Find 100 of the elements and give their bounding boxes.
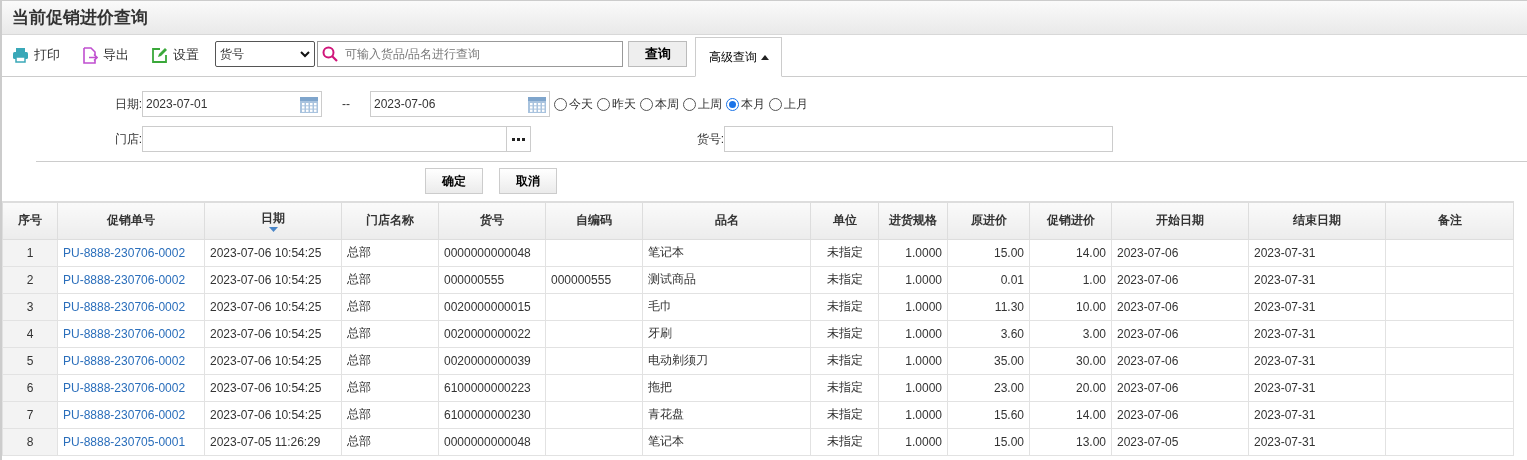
table-cell: 13.00 — [1029, 428, 1112, 455]
search-button[interactable]: 查询 — [628, 41, 687, 67]
column-header[interactable]: 货号 — [438, 202, 546, 239]
table-cell: 0000000000048 — [438, 239, 546, 266]
table-cell: 未指定 — [810, 401, 879, 428]
toolbar-button[interactable]: 打印 — [12, 37, 60, 73]
table-cell: 11.30 — [947, 293, 1030, 320]
confirm-button[interactable]: 确定 — [425, 168, 483, 194]
table-cell: 笔记本 — [642, 239, 811, 266]
page-title: 当前促销进价查询 — [12, 7, 148, 29]
table-cell: 2023-07-06 10:54:25 — [204, 401, 342, 428]
toolbar-button[interactable]: 设置 — [151, 37, 199, 73]
column-header[interactable]: 品名 — [642, 202, 811, 239]
table-cell: 牙刷 — [642, 320, 811, 347]
table-cell: 总部 — [341, 401, 439, 428]
order-link[interactable]: PU-8888-230706-0002 — [57, 266, 205, 293]
table-cell: 2023-07-05 11:26:29 — [204, 428, 342, 455]
table-cell: 1.00 — [1029, 266, 1112, 293]
store-field[interactable] — [142, 126, 531, 152]
order-link[interactable]: PU-8888-230706-0002 — [57, 374, 205, 401]
table-cell: 1.0000 — [878, 320, 948, 347]
table-cell: 30.00 — [1029, 347, 1112, 374]
table-cell: 2 — [2, 266, 58, 293]
field-select[interactable]: 货号 — [215, 41, 315, 67]
order-link[interactable]: PU-8888-230706-0002 — [57, 347, 205, 374]
date-from-field[interactable]: 2023-07-01 — [142, 91, 322, 117]
date-range-radio[interactable]: 今天 — [554, 95, 593, 113]
column-header[interactable]: 自编码 — [545, 202, 643, 239]
table-cell: 总部 — [341, 293, 439, 320]
cancel-button[interactable]: 取消 — [499, 168, 557, 194]
search-field[interactable]: 可输入货品/品名进行查询 — [317, 41, 623, 67]
toolbar-button[interactable]: 导出 — [82, 37, 129, 73]
table-cell: 1.0000 — [878, 401, 948, 428]
printer-icon — [12, 47, 29, 63]
table-cell: 2023-07-31 — [1248, 320, 1386, 347]
table-cell: 0.01 — [947, 266, 1030, 293]
column-header[interactable]: 进货规格 — [878, 202, 948, 239]
file-export-icon — [82, 46, 98, 64]
table-cell: 总部 — [341, 428, 439, 455]
table-cell: 0020000000015 — [438, 293, 546, 320]
table-cell: 2023-07-06 — [1111, 239, 1249, 266]
table-cell: 7 — [2, 401, 58, 428]
advanced-search-tab[interactable]: 高级查询 — [695, 37, 782, 77]
table-cell: 2023-07-06 — [1111, 293, 1249, 320]
table-cell: 2023-07-06 10:54:25 — [204, 266, 342, 293]
order-link[interactable]: PU-8888-230706-0002 — [57, 320, 205, 347]
table-cell: 0000000000048 — [438, 428, 546, 455]
order-link[interactable]: PU-8888-230706-0002 — [57, 239, 205, 266]
date-range-radio[interactable]: 本月 — [726, 95, 765, 113]
table-cell: 青花盘 — [642, 401, 811, 428]
table-cell: 14.00 — [1029, 401, 1112, 428]
table-cell: 未指定 — [810, 320, 879, 347]
date-range-radio[interactable]: 上周 — [683, 95, 722, 113]
column-header[interactable]: 促销单号 — [57, 202, 205, 239]
table-cell: 毛巾 — [642, 293, 811, 320]
table-cell: 2023-07-06 10:54:25 — [204, 239, 342, 266]
table-cell: 2023-07-31 — [1248, 266, 1386, 293]
table-cell: 2023-07-06 — [1111, 401, 1249, 428]
column-header[interactable]: 备注 — [1385, 202, 1514, 239]
column-header[interactable]: 开始日期 — [1111, 202, 1249, 239]
table-cell: 1 — [2, 239, 58, 266]
date-to-field[interactable]: 2023-07-06 — [370, 91, 550, 117]
table-cell: 5 — [2, 347, 58, 374]
date-range-radio[interactable]: 上月 — [769, 95, 808, 113]
table-cell: 1.0000 — [878, 428, 948, 455]
table-cell: 1.0000 — [878, 347, 948, 374]
table-cell: 10.00 — [1029, 293, 1112, 320]
column-header[interactable]: 序号 — [2, 202, 58, 239]
edit-icon — [151, 46, 168, 64]
table-cell: 15.00 — [947, 428, 1030, 455]
table-cell: 2023-07-06 — [1111, 347, 1249, 374]
table-cell: 3 — [2, 293, 58, 320]
table-cell: 2023-07-06 — [1111, 320, 1249, 347]
table-cell: 未指定 — [810, 428, 879, 455]
calendar-icon[interactable] — [299, 94, 319, 114]
table-cell: 2023-07-06 10:54:25 — [204, 347, 342, 374]
table-cell: 2023-07-31 — [1248, 293, 1386, 320]
column-header[interactable]: 门店名称 — [341, 202, 439, 239]
table-cell: 2023-07-05 — [1111, 428, 1249, 455]
table-cell: 测试商品 — [642, 266, 811, 293]
table-cell: 4 — [2, 320, 58, 347]
column-header[interactable]: 结束日期 — [1248, 202, 1386, 239]
column-header[interactable]: 原进价 — [947, 202, 1030, 239]
table-cell: 1.0000 — [878, 374, 948, 401]
date-range-radio[interactable]: 昨天 — [597, 95, 636, 113]
table-cell: 未指定 — [810, 347, 879, 374]
column-header[interactable]: 单位 — [810, 202, 879, 239]
table-cell: 笔记本 — [642, 428, 811, 455]
column-header[interactable]: 促销进价 — [1029, 202, 1112, 239]
order-link[interactable]: PU-8888-230706-0002 — [57, 401, 205, 428]
table-cell: 6100000000223 — [438, 374, 546, 401]
order-link[interactable]: PU-8888-230706-0002 — [57, 293, 205, 320]
order-link[interactable]: PU-8888-230705-0001 — [57, 428, 205, 455]
code-field[interactable] — [724, 126, 1113, 152]
calendar-icon[interactable] — [527, 94, 547, 114]
table-cell: 2023-07-06 — [1111, 374, 1249, 401]
date-range-radio[interactable]: 本周 — [640, 95, 679, 113]
table-cell: 8 — [2, 428, 58, 455]
column-header[interactable]: 日期 — [204, 202, 342, 239]
table-cell: 3.00 — [1029, 320, 1112, 347]
